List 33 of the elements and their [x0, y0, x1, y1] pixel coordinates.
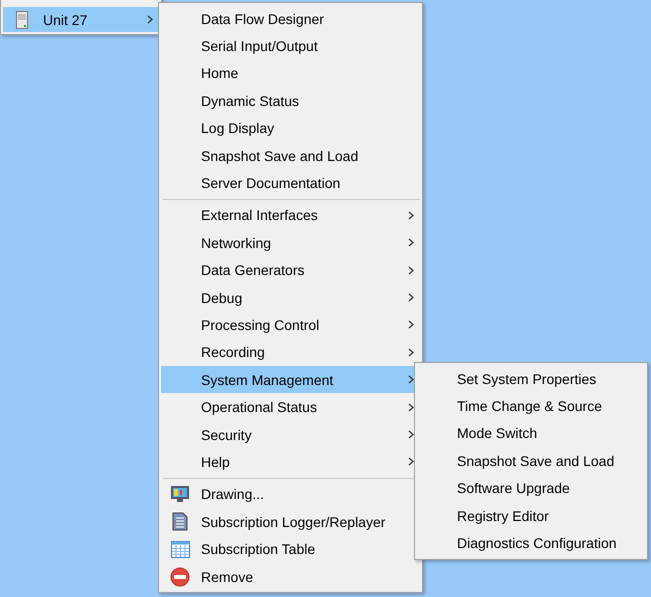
menu-item[interactable]: Snapshot Save and Load [161, 142, 420, 170]
menu-item[interactable]: Mode Switch [417, 420, 645, 448]
menu-item[interactable]: Subscription Logger/Replayer [161, 508, 420, 536]
menu-item[interactable]: Remove [161, 562, 420, 590]
menu-item[interactable]: Diagnostics Configuration [417, 529, 645, 557]
menu-item[interactable]: Registry Editor [417, 502, 645, 530]
menu-item[interactable]: Subscription Table [161, 535, 420, 563]
table-icon [170, 540, 190, 558]
server-icon [16, 10, 28, 28]
menu-item[interactable]: Recording [161, 338, 420, 366]
menu-item[interactable]: External Interfaces [161, 202, 420, 230]
document-icon [172, 512, 188, 532]
menu-item[interactable]: Dynamic Status [161, 87, 420, 115]
menu-item[interactable]: Data Generators [161, 256, 420, 284]
remove-icon [170, 566, 190, 586]
menu-item[interactable]: Time Change & Source [417, 392, 645, 420]
menu-item[interactable]: Home [161, 60, 420, 88]
menu-item[interactable]: Networking [161, 229, 420, 257]
menu-item[interactable]: Security [161, 420, 420, 448]
menu-item[interactable]: Help [161, 448, 420, 476]
monitor-icon [170, 485, 190, 504]
menu-item[interactable]: Server Documentation [161, 169, 420, 197]
menu-item[interactable]: Snapshot Save and Load [417, 447, 645, 475]
menu-item[interactable]: Software Upgrade [417, 474, 645, 502]
menu-item[interactable]: Data Flow Designer [161, 5, 420, 32]
menu-item[interactable]: Drawing... [161, 480, 420, 508]
menu-item[interactable]: Debug [161, 284, 420, 312]
menu-item[interactable]: Log Display [161, 114, 420, 142]
menu-item[interactable]: Operational Status [161, 393, 420, 421]
menu-item[interactable]: Processing Control [161, 311, 420, 339]
menu-item[interactable]: Set System Properties [417, 365, 645, 392]
menu-item[interactable]: Serial Input/Output [161, 32, 420, 60]
menu-item[interactable]: Unit 27 [3, 7, 159, 32]
